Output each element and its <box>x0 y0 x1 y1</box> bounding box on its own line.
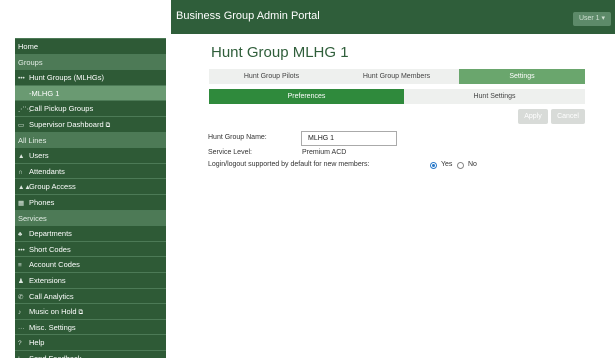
sidebar-item-hunt-groups[interactable]: ••• Hunt Groups (MLHGs) <box>15 69 166 85</box>
apply-button[interactable]: Apply <box>518 109 548 124</box>
tab-settings[interactable]: Settings <box>459 69 585 84</box>
service-level-label: Service Level: <box>208 149 252 156</box>
top-bar: Business Group Admin Portal User 1 ▾ <box>0 0 615 34</box>
sidebar-item-departments[interactable]: ♣ Departments <box>15 225 166 241</box>
external-link-icon: ⧉ <box>78 309 84 317</box>
main-content: Hunt Group MLHG 1 Hunt Group Pilots Hunt… <box>171 34 615 358</box>
login-yes-radio[interactable] <box>430 162 437 169</box>
sidebar: Home Groups ••• Hunt Groups (MLHGs) -MLHG 1 ⋰… <box>15 38 166 358</box>
sidebar-item-phones[interactable]: ▦ Phones <box>15 194 166 210</box>
user-menu-button[interactable]: User 1 ▾ <box>573 12 611 26</box>
hunt-group-name-label: Hunt Group Name: <box>208 134 267 141</box>
login-logout-label: Login/logout supported by default for ne… <box>208 161 370 168</box>
sidebar-item-send-feedback[interactable]: !Send Feedback <box>15 350 166 358</box>
tab-preferences[interactable]: Preferences <box>209 89 404 104</box>
sidebar-section-all-lines: All Lines <box>15 131 166 148</box>
sidebar-item-label: Help <box>29 338 45 348</box>
sidebar-item-label: Misc. Settings <box>29 322 76 332</box>
sidebar-item-label: Hunt Groups (MLHGs) <box>29 73 105 83</box>
sidebar-item-call-pickup-groups[interactable]: ⋰⋱Call Pickup Groups <box>15 100 166 116</box>
external-link-icon: ⧉ <box>105 122 111 129</box>
sidebar-item-label: Call Analytics <box>29 291 74 301</box>
sidebar-section-groups: Groups <box>15 53 166 70</box>
sidebar-item-mlhg-1[interactable]: -MLHG 1 <box>15 84 166 101</box>
sidebar-item-short-codes[interactable]: ••• Short Codes <box>15 240 166 257</box>
logo-area <box>0 0 171 34</box>
service-level-value: Premium ACD <box>302 149 347 156</box>
sidebar-item-label: Short Codes <box>29 244 71 254</box>
login-no-radio[interactable] <box>457 162 464 169</box>
sidebar-item-music-on-hold[interactable]: ♪ Music on Hold ⧉ <box>15 303 166 319</box>
tab-hunt-group-pilots[interactable]: Hunt Group Pilots <box>209 69 334 84</box>
login-no-label: No <box>468 161 477 168</box>
sidebar-item-label: Services <box>18 213 47 223</box>
tab-hunt-group-members[interactable]: Hunt Group Members <box>334 69 459 84</box>
sidebar-item-label: Music on Hold <box>29 307 77 317</box>
sidebar-item-account-codes[interactable]: ≡ Account Codes <box>15 256 166 272</box>
sidebar-item-label: Phones <box>29 198 55 207</box>
sidebar-item-label: All Lines <box>18 135 47 145</box>
login-yes-label: Yes <box>441 161 453 168</box>
app-title: Business Group Admin Portal <box>176 10 320 22</box>
sidebar-item-label: Attendants <box>29 166 65 176</box>
sidebar-item-label: Group Access <box>29 182 76 192</box>
sidebar-item-label: Home <box>18 42 39 51</box>
sidebar-item-extensions[interactable]: ♟ Extensions <box>15 272 166 288</box>
sidebar-item-help[interactable]: ? Help <box>15 334 166 350</box>
sub-tabs: Preferences Hunt Settings <box>209 89 585 104</box>
sidebar-item-home[interactable]: Home <box>15 38 166 54</box>
sidebar-item-supervisor-dashboard[interactable]: ▭ Supervisor Dashboard ⧉ <box>15 116 166 132</box>
sidebar-item-label: Departments <box>29 229 72 239</box>
sidebar-item-misc-settings[interactable]: ··· Misc. Settings <box>15 318 166 335</box>
header-bar: Business Group Admin Portal User 1 ▾ <box>171 0 615 34</box>
send-feedback-icon: ! <box>18 352 29 358</box>
sidebar-item-label: Send Feedback <box>29 354 82 358</box>
sidebar-item-label: Call Pickup Groups <box>29 104 94 114</box>
cancel-button[interactable]: Cancel <box>551 109 585 124</box>
main-tabs: Hunt Group Pilots Hunt Group Members Set… <box>209 69 585 84</box>
tab-hunt-settings[interactable]: Hunt Settings <box>404 89 585 104</box>
sidebar-section-services: Services <box>15 209 166 226</box>
sidebar-item-label: Extensions <box>29 276 66 285</box>
sidebar-item-label: -MLHG 1 <box>29 88 60 98</box>
sidebar-item-label: Users <box>29 151 49 161</box>
sidebar-item-group-access[interactable]: ▲▲Group Access <box>15 178 166 194</box>
sidebar-item-label: Groups <box>18 57 43 67</box>
sidebar-item-label: Account Codes <box>29 260 80 270</box>
page-title: Hunt Group MLHG 1 <box>211 44 349 61</box>
sidebar-item-label: Supervisor Dashboard <box>29 120 104 129</box>
hunt-group-name-input[interactable] <box>301 131 397 146</box>
sidebar-item-users[interactable]: ▲ Users <box>15 147 166 163</box>
sidebar-item-call-analytics[interactable]: ✆ Call Analytics <box>15 287 166 304</box>
sidebar-item-attendants[interactable]: ∩ Attendants <box>15 162 166 179</box>
